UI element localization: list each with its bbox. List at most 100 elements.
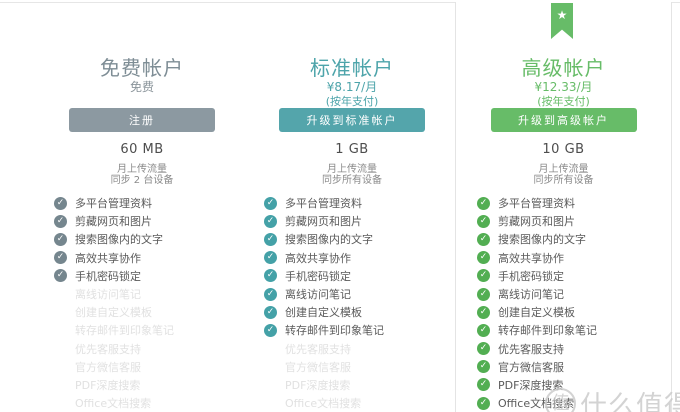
feature-row: ✓ 手机密码锁定	[455, 267, 672, 285]
feature-row: ✓ 官方微信客服	[455, 358, 672, 376]
feature-list-premium: ✓ 多平台管理资料 ✓ 剪藏网页和图片 ✓ 搜索图像内的文字 ✓ 高效共享协作 ✓ 手机密码锁定 ✓…	[455, 194, 672, 412]
feature-row: PDF深度搜索	[32, 376, 252, 394]
check-icon: ✓	[477, 269, 490, 283]
sync-caption-premium: 同步所有设备	[533, 175, 594, 186]
feature-label: 高效共享协作	[498, 251, 564, 265]
feature-list-free: ✓ 多平台管理资料 ✓ 剪藏网页和图片 ✓ 搜索图像内的文字 ✓ 高效共享协作 ✓ 手机密码锁定离…	[32, 194, 252, 412]
check-icon: ✓	[264, 269, 277, 283]
check-icon: ✓	[264, 287, 277, 301]
plan-title-standard: 标准帐户	[310, 56, 394, 80]
check-icon: ✓	[477, 323, 490, 337]
feature-row: 官方微信客服	[242, 358, 462, 376]
upgrade-premium-button[interactable]: 升级到高级帐户	[490, 108, 637, 132]
feature-row: ✓ 创建自定义模板	[455, 303, 672, 321]
upgrade-standard-button[interactable]: 升级到标准帐户	[279, 108, 425, 132]
feature-label: 多平台管理资料	[75, 197, 152, 211]
feature-list-standard: ✓ 多平台管理资料 ✓ 剪藏网页和图片 ✓ 搜索图像内的文字 ✓ 高效共享协作 ✓ 手机密码锁定 ✓…	[242, 194, 462, 412]
feature-label: 官方微信客服	[75, 360, 141, 374]
feature-label: 手机密码锁定	[285, 269, 351, 283]
feature-label: 创建自定义模板	[75, 306, 152, 320]
feature-row: ✓ 转存邮件到印象笔记	[242, 321, 462, 339]
feature-label: 转存邮件到印象笔记	[498, 324, 597, 338]
feature-row: ✓ 多平台管理资料	[32, 194, 252, 212]
check-icon: ✓	[477, 342, 490, 356]
feature-row: ✓ 搜索图像内的文字	[242, 230, 462, 248]
feature-row: 创建自定义模板	[32, 303, 252, 321]
sync-caption-free: 同步 2 台设备	[110, 175, 174, 186]
plan-column-standard: 标准帐户 ¥8.17/月 (按年支付) 升级到标准帐户 1 GB 月上传流量 同…	[242, 0, 462, 412]
feature-label: 多平台管理资料	[498, 197, 575, 211]
feature-label: 搜索图像内的文字	[75, 233, 163, 247]
check-icon: ✓	[477, 305, 490, 319]
feature-row: ✓ 剪藏网页和图片	[455, 212, 672, 230]
feature-label: 多平台管理资料	[285, 197, 362, 211]
check-icon: ✓	[477, 214, 490, 228]
feature-row: 优先客服支持	[32, 340, 252, 358]
feature-row: ✓ 手机密码锁定	[32, 267, 252, 285]
plan-title-premium: 高级帐户	[521, 56, 606, 80]
feature-row: 转存邮件到印象笔记	[32, 321, 252, 339]
plan-billing-note-standard: (按年支付)	[325, 95, 379, 108]
feature-row: 优先客服支持	[242, 340, 462, 358]
storage-amount-standard: 1 GB	[335, 142, 369, 157]
feature-label: 创建自定义模板	[285, 306, 362, 320]
feature-row: PDF深度搜索	[242, 376, 462, 394]
check-icon: ✓	[264, 305, 277, 319]
check-icon: ✓	[54, 269, 67, 283]
signup-button[interactable]: 注册	[69, 108, 215, 132]
feature-row: ✓ 离线访问笔记	[242, 285, 462, 303]
feature-label: 创建自定义模板	[498, 306, 575, 320]
check-icon: ✓	[264, 196, 277, 210]
feature-label: 优先客服支持	[285, 342, 351, 356]
storage-amount-premium: 10 GB	[542, 142, 585, 157]
feature-label: 官方微信客服	[285, 360, 351, 374]
feature-label: 转存邮件到印象笔记	[75, 324, 174, 338]
pricing-page: ★ 免费帐户 免费 注册 60 MB 月上传流量 同步 2 台设备 ✓ 多平台管理…	[0, 0, 680, 412]
feature-label: 离线访问笔记	[285, 288, 351, 302]
feature-row: ✓ 高效共享协作	[242, 249, 462, 267]
check-icon: ✓	[54, 251, 67, 265]
check-icon: ✓	[264, 251, 277, 265]
feature-row: ✓ 离线访问笔记	[455, 285, 672, 303]
plan-billing-note-premium: (按年支付)	[537, 95, 590, 108]
feature-row: Office文档搜索	[32, 394, 252, 412]
feature-label: 剪藏网页和图片	[285, 215, 362, 229]
plan-price-free: 免费	[129, 80, 154, 94]
check-icon: ✓	[477, 378, 490, 392]
check-icon: ✓	[54, 196, 67, 210]
check-icon: ✓	[264, 232, 277, 246]
feature-label: 搜索图像内的文字	[498, 233, 586, 247]
feature-label: 官方微信客服	[498, 360, 564, 374]
feature-label: 优先客服支持	[498, 342, 564, 356]
feature-row: 离线访问笔记	[32, 285, 252, 303]
check-icon: ✓	[54, 232, 67, 246]
feature-label: 离线访问笔记	[498, 288, 564, 302]
feature-row: ✓ 剪藏网页和图片	[242, 212, 462, 230]
feature-label: 离线访问笔记	[75, 288, 141, 302]
feature-label: Office文档搜索	[75, 397, 152, 411]
feature-row: Office文档搜索	[242, 394, 462, 412]
storage-amount-free: 60 MB	[120, 142, 164, 157]
feature-label: 手机密码锁定	[75, 269, 141, 283]
plan-column-free: 免费帐户 免费 注册 60 MB 月上传流量 同步 2 台设备 ✓ 多平台管理资料…	[32, 0, 252, 412]
feature-row: ✓ 优先客服支持	[455, 340, 672, 358]
feature-label: 转存邮件到印象笔记	[285, 324, 384, 338]
plan-title-free: 免费帐户	[100, 56, 184, 80]
feature-row: ✓ 手机密码锁定	[242, 267, 462, 285]
feature-label: 高效共享协作	[75, 251, 141, 265]
feature-label: 剪藏网页和图片	[498, 215, 575, 229]
feature-row: ✓ 转存邮件到印象笔记	[455, 321, 672, 339]
check-icon: ✓	[477, 360, 490, 374]
plan-column-premium: 高级帐户 ¥12.33/月 (按年支付) 升级到高级帐户 10 GB 月上传流量…	[455, 0, 672, 412]
star-icon: ★	[556, 8, 568, 22]
feature-label: 优先客服支持	[75, 342, 141, 356]
check-icon: ✓	[264, 214, 277, 228]
feature-label: 剪藏网页和图片	[75, 215, 152, 229]
feature-row: ✓ 搜索图像内的文字	[32, 230, 252, 248]
feature-row: ✓ 剪藏网页和图片	[32, 212, 252, 230]
smzdm-watermark-text: 什么值得买	[580, 391, 680, 412]
feature-label: 手机密码锁定	[498, 269, 564, 283]
feature-row: ✓ 多平台管理资料	[242, 194, 462, 212]
feature-row: ✓ 高效共享协作	[32, 249, 252, 267]
feature-row: ✓ 搜索图像内的文字	[455, 230, 672, 248]
